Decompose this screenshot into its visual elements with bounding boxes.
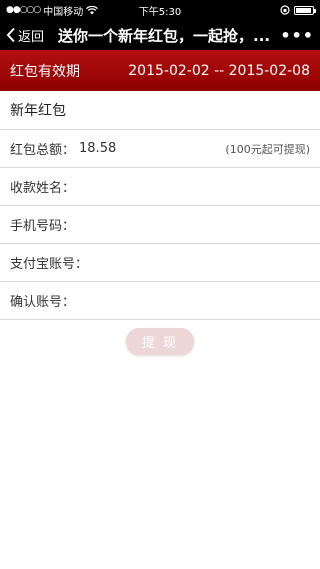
amount-value: 18.58	[79, 141, 117, 156]
back-button[interactable]: 返回	[6, 26, 44, 45]
rotation-lock-icon	[280, 5, 290, 15]
battery-icon	[294, 5, 316, 15]
confirm-label: 确认账号：	[10, 295, 76, 310]
more-dots-icon[interactable]: •••	[274, 26, 314, 45]
form-title: 新年红包	[10, 103, 66, 119]
confirm-account-input[interactable]	[75, 293, 310, 308]
status-left: ●●○○○ 中国移动	[6, 3, 99, 18]
alipay-input[interactable]	[88, 255, 310, 270]
carrier-name: 中国移动	[43, 6, 84, 18]
wifi-icon	[86, 5, 99, 14]
alipay-label: 支付宝账号：	[10, 257, 89, 272]
validity-banner: 红包有效期 2015-02-02 -- 2015-02-08	[0, 50, 320, 91]
chevron-left-icon	[6, 27, 15, 43]
withdraw-button[interactable]: 提 现	[126, 328, 194, 355]
nav-bar: 返回 送你一个新年红包，一起抢，... •••	[0, 20, 320, 50]
form-title-row: 新年红包	[0, 91, 320, 130]
status-right	[280, 5, 316, 15]
back-label: 返回	[18, 29, 45, 45]
status-time: 下午5:30	[138, 6, 182, 18]
amount-note: (100元起可提现)	[225, 142, 310, 156]
validity-range: 2015-02-02 -- 2015-02-08	[128, 62, 310, 79]
button-wrap: 提 现	[0, 320, 320, 355]
name-input[interactable]	[75, 179, 310, 194]
validity-label: 红包有效期	[10, 63, 80, 80]
phone-row: 手机号码：	[0, 206, 320, 244]
phone-label: 手机号码：	[10, 219, 76, 234]
status-bar: ●●○○○ 中国移动 下午5:30	[0, 0, 320, 20]
amount-label: 红包总额：	[10, 143, 76, 158]
confirm-row: 确认账号：	[0, 282, 320, 320]
page-title: 送你一个新年红包，一起抢，...	[58, 26, 271, 45]
amount-row: 红包总额： 18.58 (100元起可提现)	[0, 130, 320, 168]
name-label: 收款姓名：	[10, 181, 76, 196]
alipay-row: 支付宝账号：	[0, 244, 320, 282]
name-row: 收款姓名：	[0, 168, 320, 206]
signal-strength-icon: ●●○○○	[6, 5, 41, 15]
phone-input[interactable]	[75, 217, 310, 232]
